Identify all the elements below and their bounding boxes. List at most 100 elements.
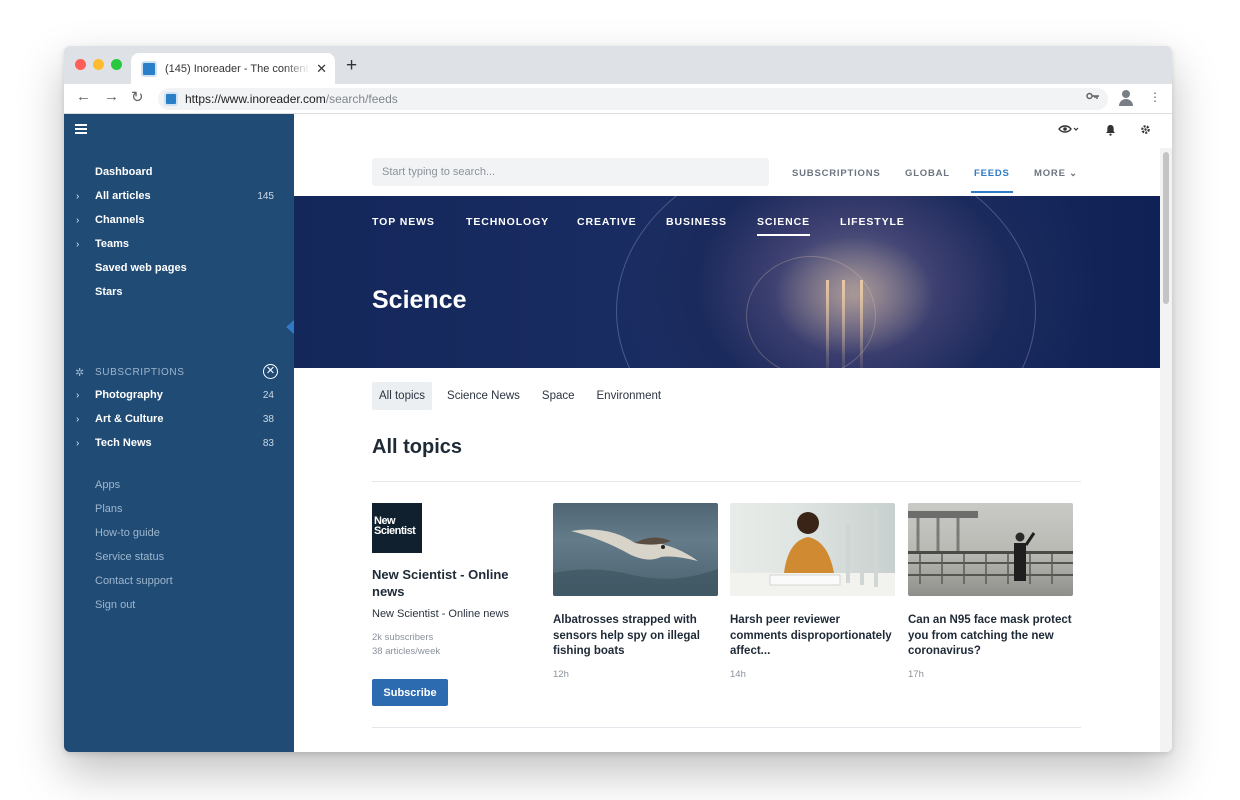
search-tab-subscriptions[interactable]: SUBSCRIPTIONS <box>792 168 881 179</box>
profile-avatar-icon[interactable] <box>1119 90 1133 106</box>
chevron-right-icon[interactable]: › <box>76 239 79 250</box>
settings-gear-icon[interactable] <box>1140 124 1151 138</box>
filament-graphic <box>860 280 863 368</box>
unread-count: 24 <box>262 389 274 401</box>
close-tab-icon[interactable]: ✕ <box>316 61 327 77</box>
sidebar-item-label: Teams <box>95 238 130 250</box>
sidebar-link-sign-out[interactable]: Sign out <box>64 593 294 617</box>
feed-frequency: 38 articles/week <box>372 646 441 657</box>
close-window-button[interactable] <box>75 59 86 70</box>
topic-chip-environment[interactable]: Environment <box>590 382 669 410</box>
banner-tab-top-news[interactable]: TOP NEWS <box>372 216 435 228</box>
gear-icon[interactable]: ✲ <box>75 366 84 379</box>
sidebar-link-contact-support[interactable]: Contact support <box>64 569 294 593</box>
chevron-right-icon[interactable]: › <box>76 414 79 425</box>
sidebar-link-label: Contact support <box>95 575 173 587</box>
sidebar-link-label: Apps <box>95 479 121 491</box>
sidebar-item-teams[interactable]: › Teams <box>64 232 294 256</box>
sidebar-link-label: Sign out <box>95 599 136 611</box>
chevron-right-icon[interactable]: › <box>76 390 79 401</box>
banner-tab-science[interactable]: SCIENCE <box>757 216 810 236</box>
main-content: SUBSCRIPTIONS GLOBAL FEEDS MORE ⌄ TOP NE… <box>294 114 1172 752</box>
search-tab-feeds[interactable]: FEEDS <box>971 168 1013 193</box>
minimize-window-button[interactable] <box>93 59 104 70</box>
category-banner: TOP NEWS TECHNOLOGY CREATIVE BUSINESS SC… <box>294 196 1160 368</box>
feed-title[interactable]: New Scientist - Online news <box>372 566 532 600</box>
article-card[interactable]: Can an N95 face mask protect you from ca… <box>908 503 1073 680</box>
sidebar-item-label: Art & Culture <box>95 413 164 425</box>
article-time: 14h <box>730 668 746 680</box>
key-icon[interactable] <box>1086 90 1100 104</box>
sidebar-item-all-articles[interactable]: › All articles 145 <box>64 184 294 208</box>
student-writing-photo[interactable] <box>730 503 895 596</box>
article-title[interactable]: Harsh peer reviewer comments disproporti… <box>730 613 895 660</box>
scrollbar[interactable] <box>1160 148 1172 752</box>
sidebar-link-plans[interactable]: Plans <box>64 497 294 521</box>
sidebar-item-label: Photography <box>95 389 163 401</box>
forward-arrow-icon[interactable]: → <box>104 88 119 105</box>
browser-tab-inoreader[interactable]: (145) Inoreader - The content ✕ <box>131 53 335 84</box>
sidebar-folder-photography[interactable]: › Photography 24 <box>64 383 294 407</box>
site-favicon-icon <box>164 92 178 106</box>
back-arrow-icon[interactable]: ← <box>76 88 91 105</box>
sidebar-link-service-status[interactable]: Service status <box>64 545 294 569</box>
sidebar-item-saved-web-pages[interactable]: Saved web pages <box>64 256 294 280</box>
bulb-inner-graphic <box>746 256 876 368</box>
sidebar-item-channels[interactable]: › Channels <box>64 208 294 232</box>
sidebar-folder-art-culture[interactable]: › Art & Culture 38 <box>64 407 294 431</box>
topic-chips: All topics Science News Space Environmen… <box>372 382 668 410</box>
scrollbar-thumb[interactable] <box>1163 152 1169 304</box>
bridge-mask-photo[interactable] <box>908 503 1073 596</box>
banner-tab-technology[interactable]: TECHNOLOGY <box>466 216 549 228</box>
search-input[interactable] <box>372 158 769 186</box>
eye-visibility-icon[interactable] <box>1058 124 1080 137</box>
chevron-right-icon[interactable]: › <box>76 438 79 449</box>
sidebar-item-dashboard[interactable]: Dashboard <box>64 160 294 184</box>
topic-chip-space[interactable]: Space <box>535 382 582 410</box>
search-tab-global[interactable]: GLOBAL <box>905 168 950 179</box>
reload-icon[interactable]: ↻ <box>131 88 144 106</box>
section-title: All topics <box>372 436 463 458</box>
article-card[interactable]: Harsh peer reviewer comments disproporti… <box>730 503 895 680</box>
banner-tab-creative[interactable]: CREATIVE <box>577 216 637 228</box>
sidebar-item-label: Dashboard <box>95 166 153 178</box>
new-scientist-logo[interactable]: New Scientist <box>372 503 422 553</box>
subscriptions-header[interactable]: ✲ SUBSCRIPTIONS ✕ <box>64 362 294 382</box>
sidebar-link-label: How-to guide <box>95 527 160 539</box>
chevron-right-icon[interactable]: › <box>76 191 79 202</box>
sidebar-link-apps[interactable]: Apps <box>64 473 294 497</box>
unread-count: 145 <box>257 190 274 202</box>
window-controls <box>75 59 122 70</box>
sidebar-item-stars[interactable]: Stars <box>64 280 294 304</box>
banner-tab-lifestyle[interactable]: LIFESTYLE <box>840 216 905 228</box>
sidebar: Dashboard › All articles 145 › Channels … <box>64 114 294 752</box>
topic-chip-all-topics[interactable]: All topics <box>372 382 433 410</box>
search-row: SUBSCRIPTIONS GLOBAL FEEDS MORE ⌄ <box>294 148 1160 196</box>
address-bar[interactable]: https://www.inoreader.com/search/feeds <box>158 88 1108 110</box>
sidebar-item-label: Tech News <box>95 437 152 449</box>
article-title[interactable]: Can an N95 face mask protect you from ca… <box>908 613 1073 660</box>
banner-tab-business[interactable]: BUSINESS <box>666 216 727 228</box>
filament-graphic <box>842 280 845 368</box>
browser-window: (145) Inoreader - The content ✕ + ← → ↻ … <box>64 46 1172 752</box>
article-card[interactable]: Albatrosses strapped with sensors help s… <box>553 503 718 680</box>
sidebar-folder-tech-news[interactable]: › Tech News 83 <box>64 431 294 455</box>
chevron-right-icon[interactable]: › <box>76 215 79 226</box>
browser-menu-icon[interactable]: ⋮ <box>1149 90 1161 104</box>
new-tab-button[interactable]: + <box>346 55 357 77</box>
sidebar-link-label: Service status <box>95 551 165 563</box>
bell-icon[interactable] <box>1105 124 1116 139</box>
search-tab-more[interactable]: MORE ⌄ <box>1034 168 1078 179</box>
maximize-window-button[interactable] <box>111 59 122 70</box>
topic-chip-science-news[interactable]: Science News <box>440 382 527 410</box>
article-title[interactable]: Albatrosses strapped with sensors help s… <box>553 613 718 660</box>
subscribe-button[interactable]: Subscribe <box>372 679 448 706</box>
hamburger-menu-icon[interactable] <box>75 124 87 134</box>
sidebar-link-how-to-guide[interactable]: How-to guide <box>64 521 294 545</box>
sidebar-item-label: Saved web pages <box>95 262 187 274</box>
subscriptions-header-label: SUBSCRIPTIONS <box>95 366 185 378</box>
close-circle-icon[interactable]: ✕ <box>263 364 278 379</box>
logo-text-line-2: Scientist <box>374 525 416 537</box>
flyout-caret <box>286 320 294 334</box>
albatross-photo[interactable] <box>553 503 718 596</box>
